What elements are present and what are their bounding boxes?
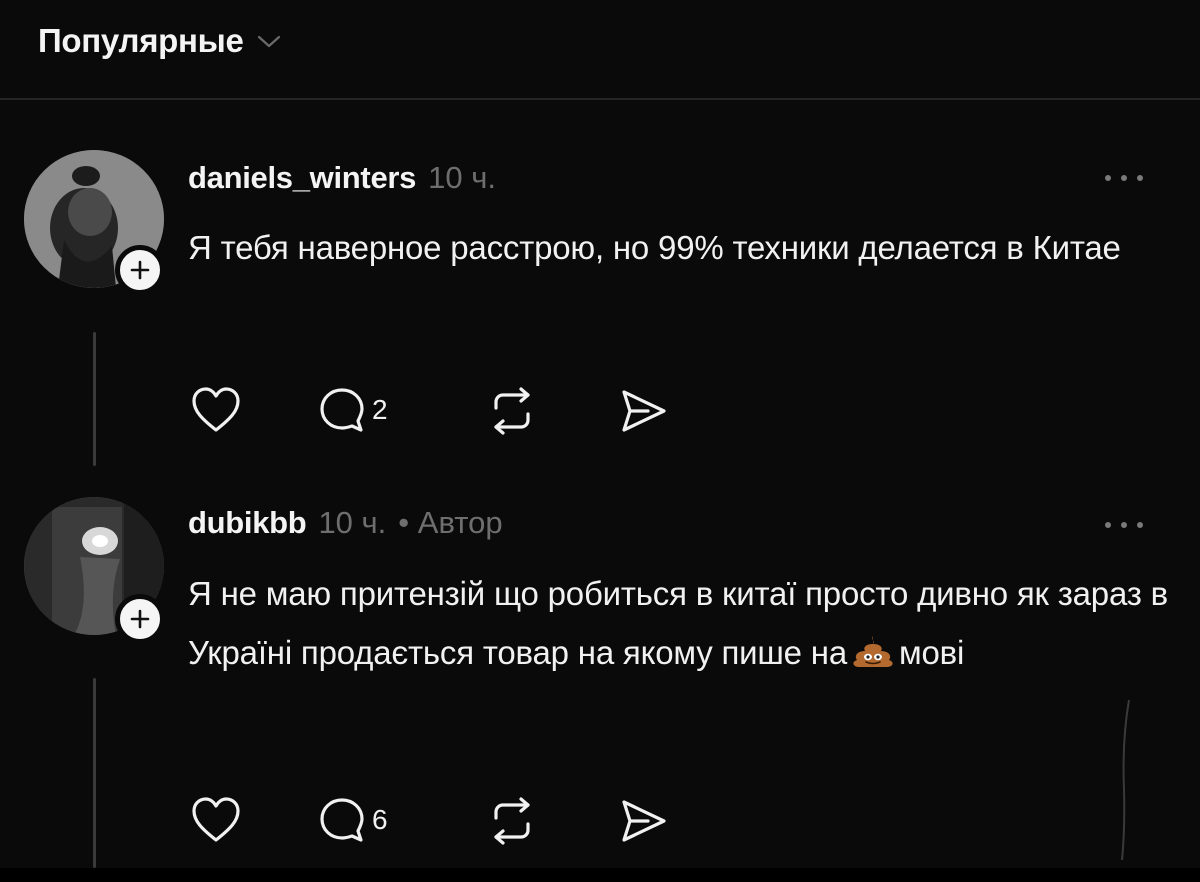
- repost-icon: [494, 387, 530, 435]
- like-button[interactable]: [190, 386, 242, 436]
- heart-icon: [192, 387, 240, 432]
- sort-dropdown[interactable]: Популярные: [38, 22, 282, 60]
- repost-button[interactable]: [486, 386, 538, 436]
- plus-icon: [130, 260, 150, 280]
- repost-button[interactable]: [486, 796, 538, 846]
- feed-header: Популярные: [0, 0, 1200, 100]
- sort-label: Популярные: [38, 22, 244, 59]
- follow-button[interactable]: [115, 594, 165, 644]
- reply-count: 6: [372, 804, 388, 835]
- timestamp: 10 ч.: [318, 505, 387, 540]
- thread-line: [93, 678, 96, 868]
- comment-meta: dubikbb 10 ч. • Автор: [188, 505, 503, 541]
- action-bar: 2: [188, 386, 688, 436]
- heart-icon: [192, 797, 240, 842]
- timestamp: 10 ч.: [428, 160, 496, 195]
- share-icon: [622, 390, 666, 432]
- comment-text-part: мові: [898, 634, 965, 671]
- reply-button[interactable]: 2: [318, 386, 388, 434]
- reply-button[interactable]: 6: [318, 796, 388, 844]
- comment-icon: [320, 798, 364, 842]
- comment-text-part: Я не маю притензій що робиться в китаї п…: [188, 575, 1168, 671]
- action-bar: 6: [188, 796, 688, 846]
- share-button[interactable]: [618, 796, 670, 846]
- thread-line: [93, 332, 96, 466]
- author-badge: • Автор: [398, 505, 503, 540]
- follow-button[interactable]: [115, 245, 165, 295]
- repost-icon: [494, 797, 530, 845]
- scroll-indicator[interactable]: [1118, 700, 1132, 860]
- username[interactable]: dubikbb: [188, 505, 307, 541]
- more-icon[interactable]: [1100, 168, 1148, 193]
- comment-text: Я не маю притензій що робиться в китаї п…: [188, 564, 1168, 686]
- reply-count: 2: [372, 394, 388, 425]
- more-icon[interactable]: [1100, 515, 1148, 540]
- like-button[interactable]: [190, 796, 242, 846]
- share-icon: [622, 800, 666, 842]
- poo-emoji: [851, 627, 895, 686]
- username[interactable]: daniels_winters: [188, 160, 416, 196]
- chevron-down-icon: [256, 33, 282, 49]
- comment-icon: [320, 388, 364, 432]
- comment-meta: daniels_winters 10 ч.: [188, 160, 496, 196]
- plus-icon: [130, 609, 150, 629]
- share-button[interactable]: [618, 386, 670, 436]
- comment-text: Я тебя наверное расстрою, но 99% техники…: [188, 229, 1121, 266]
- bottom-edge: [0, 868, 1200, 882]
